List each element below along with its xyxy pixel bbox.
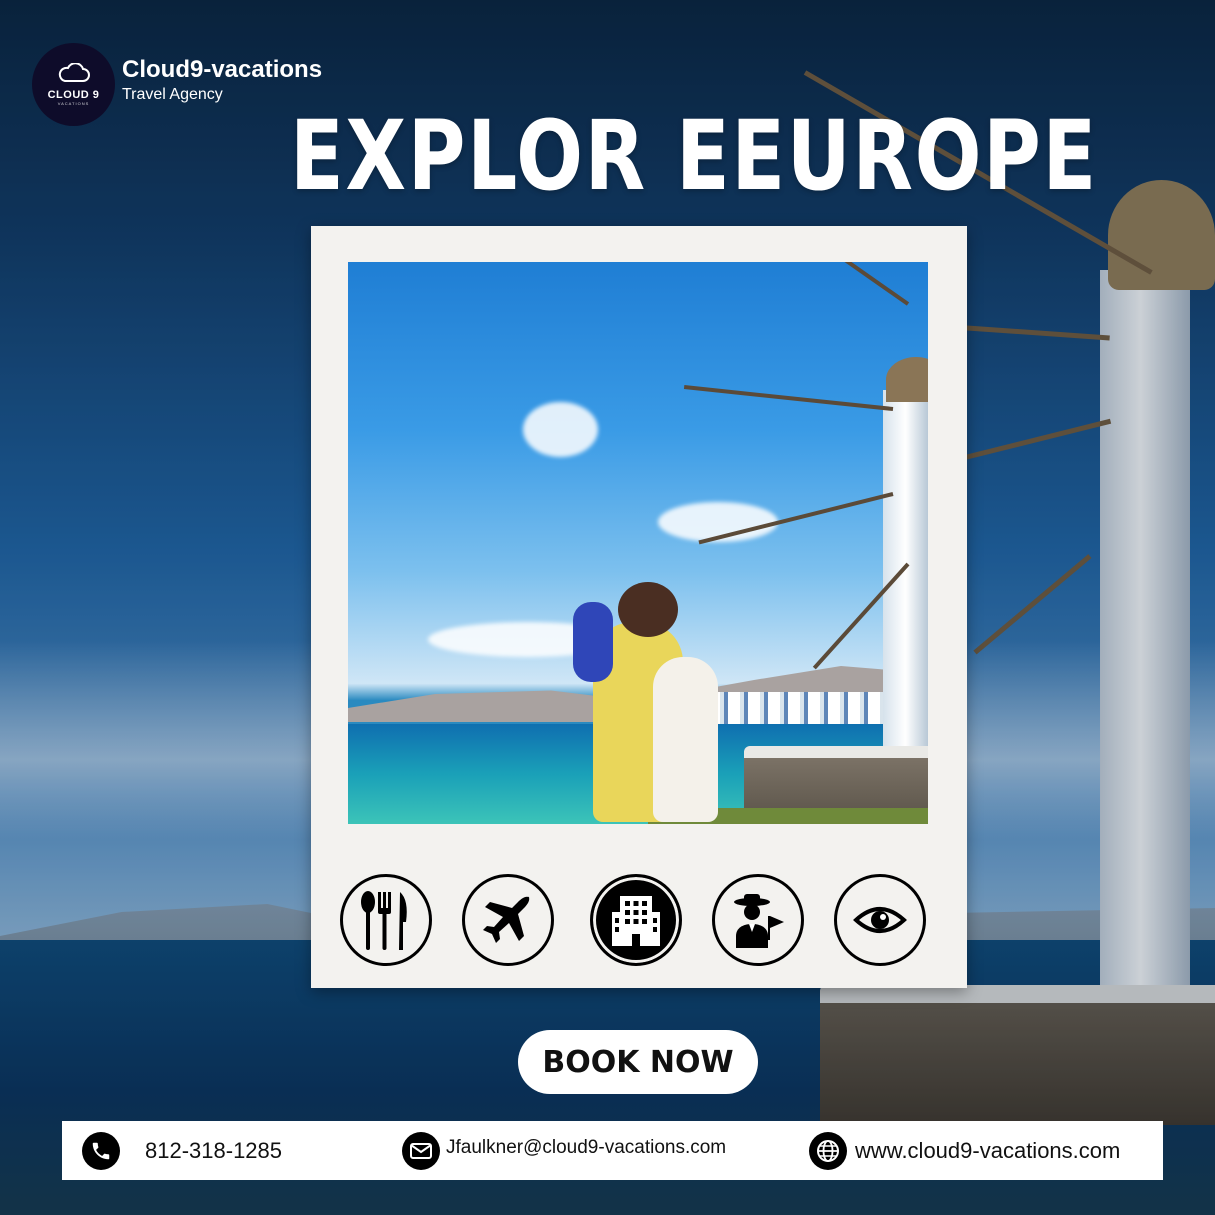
eye-icon (834, 874, 926, 966)
phone-number: 812-318-1285 (145, 1137, 283, 1163)
cloud-icon (57, 62, 91, 87)
airplane-icon (462, 874, 554, 966)
contact-email[interactable]: Jfaulkner@cloud9-vacations.com (402, 1121, 726, 1180)
photo-windmill-blade (683, 385, 894, 411)
hotel-building-icon (590, 874, 682, 966)
services-icon-row (340, 874, 940, 966)
photo-child-blue-dress (573, 602, 613, 682)
photo-hair (618, 582, 678, 637)
logo-text: CLOUD 9 (47, 89, 100, 101)
photo-windmill-blade (767, 262, 910, 306)
phone-icon (82, 1131, 120, 1170)
polaroid-card (311, 226, 967, 988)
headline-title: EXPLOR EEUROPE (290, 100, 1098, 212)
book-now-button[interactable]: BOOK NOW (518, 1030, 758, 1094)
cutlery-icon (340, 874, 432, 966)
photo-girl-white-dress (653, 657, 718, 822)
email-address: Jfaulkner@cloud9-vacations.com (446, 1136, 727, 1158)
brand-logo: CLOUD 9 VACATIONS (32, 43, 115, 126)
contact-bar: 812-318-1285 Jfaulkner@cloud9-vacations.… (62, 1121, 1163, 1180)
tour-guide-icon (712, 874, 804, 966)
brand-name: Cloud9-vacations (122, 56, 323, 83)
photo-cloud (523, 402, 598, 457)
mail-icon (402, 1131, 440, 1170)
globe-icon (809, 1131, 847, 1170)
contact-phone[interactable]: 812-318-1285 (82, 1121, 282, 1180)
logo-subtext: VACATIONS (57, 101, 90, 106)
website-url: www.cloud9-vacations.com (855, 1137, 1121, 1163)
photo-windmill-roof (886, 357, 928, 402)
photo-windmill (883, 390, 928, 750)
contact-website[interactable]: www.cloud9-vacations.com (809, 1121, 1120, 1180)
featured-photo (348, 262, 928, 824)
